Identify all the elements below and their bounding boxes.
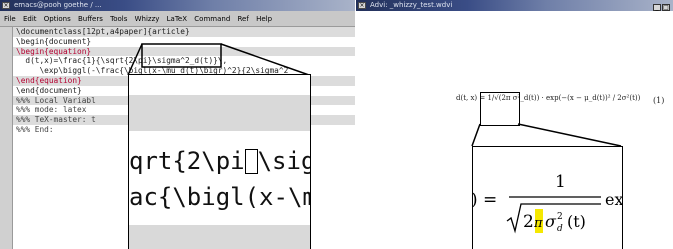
zoom-den-sigma: σ: [545, 212, 557, 231]
dvi-magnifier-lens[interactable]: ) = 1 2 π σ 2 d (t) ex: [472, 146, 623, 249]
zoom-lhs: ) =: [473, 190, 497, 210]
window-menu-icon[interactable]: ×: [358, 2, 366, 9]
emacs-magnifier-lens[interactable]: qrt{2\pi \sig ac{\bigl(x-\mu: [128, 74, 311, 249]
window-buttons: _ □: [652, 2, 670, 11]
zoomed-equation: ) = 1 2 π σ 2 d (t) ex: [473, 172, 622, 234]
lens-band: [129, 225, 310, 249]
zoom-den-pi: π: [533, 216, 543, 231]
maximize-icon[interactable]: □: [662, 4, 670, 11]
zoom-den-t: (t): [567, 212, 586, 231]
zoom-numerator: 1: [555, 172, 566, 192]
zoom-text: ac{\bigl(x-\mu: [129, 183, 310, 211]
text-cursor: [244, 149, 258, 174]
zoom-exp: ex: [605, 190, 622, 209]
lens-band: [129, 95, 310, 131]
zoom-line: qrt{2\pi \sig: [129, 143, 310, 179]
zoom-den-sub: d: [557, 224, 563, 234]
zoom-den-two: 2: [523, 212, 534, 232]
dvi-page[interactable]: d(t, x) = 1/√(2π σ²_d(t)) · exp(−(x − μ_…: [356, 12, 673, 249]
zoom-den-sup: 2: [557, 212, 563, 222]
advi-titlebar[interactable]: × Advi: _whizzy_test.wdvi _ □: [356, 0, 673, 11]
zoom-line: ac{\bigl(x-\mu: [129, 179, 310, 215]
advi-window-title: Advi: _whizzy_test.wdvi: [370, 1, 453, 9]
zoom-text: qrt{2\pi: [129, 147, 245, 175]
zoom-text: \sig: [257, 147, 311, 175]
advi-window: × Advi: _whizzy_test.wdvi _ □ d(t, x) = 1…: [356, 0, 673, 249]
minimize-icon[interactable]: _: [653, 4, 661, 11]
emacs-window: × emacs@pooh goethe / ... File Edit Opti…: [0, 0, 355, 249]
